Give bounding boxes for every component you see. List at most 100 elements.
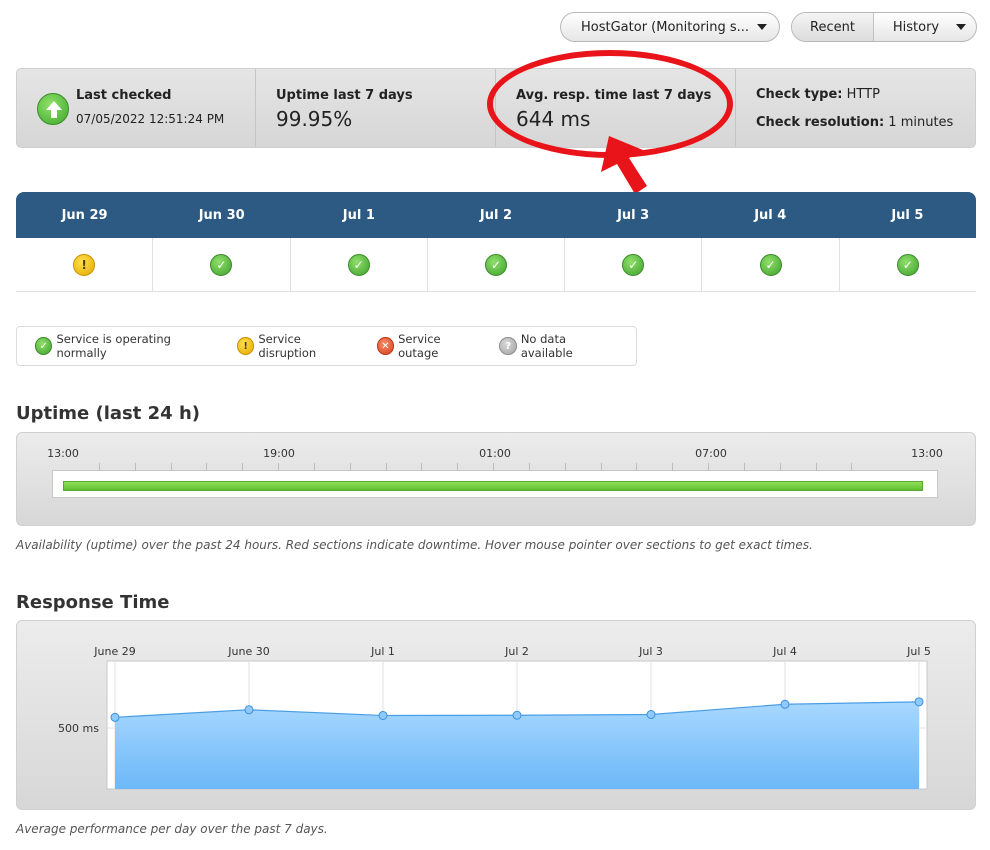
legend-normal-label: Service is operating normally xyxy=(56,332,171,360)
last-checked-value: 07/05/2022 12:51:24 PM xyxy=(76,112,225,126)
check-icon: ✓ xyxy=(622,253,645,276)
history-label: History xyxy=(892,19,940,35)
legend-outage: ✕ Service outage xyxy=(376,332,482,360)
legend-nodata-label: No data available xyxy=(520,332,573,360)
uptime-track xyxy=(52,463,938,498)
data-point xyxy=(780,699,790,709)
uptime-caption: Availability (uptime) over the past 24 h… xyxy=(16,538,813,552)
highlight-arrow-icon xyxy=(601,136,647,194)
uptime-stat: Uptime last 7 days 99.95% xyxy=(256,69,496,147)
uptime-tick-mark xyxy=(564,463,566,471)
data-point xyxy=(512,710,522,720)
chevron-down-icon xyxy=(956,24,966,30)
check-type: Check type: HTTP xyxy=(756,87,880,102)
chevron-down-icon xyxy=(757,24,767,30)
response-heading: Response Time xyxy=(16,592,170,613)
uptime-bar[interactable] xyxy=(63,481,923,491)
uptime-tick-mark xyxy=(851,463,853,471)
uptime-tick-mark xyxy=(313,463,315,471)
data-point xyxy=(914,697,924,707)
day-status-cell[interactable]: ✓ xyxy=(840,238,976,291)
x-tick-label: June 29 xyxy=(93,645,135,658)
check-type-value: HTTP xyxy=(846,87,880,102)
uptime-tick-mark xyxy=(708,463,709,471)
response-panel: June 29 June 30 Jul 1 Jul 2 Jul 3 Jul 4 Jul 5 5… xyxy=(16,620,976,810)
last-checked-label: Last checked xyxy=(76,88,172,103)
uptime-tick-mark xyxy=(743,463,745,471)
uptime-tick-label: 13:00 xyxy=(911,447,943,460)
check-resolution-value: 1 minutes xyxy=(888,115,954,130)
day-header: Jun 30 xyxy=(198,207,245,223)
view-toggle: Recent History xyxy=(791,12,977,42)
data-point xyxy=(646,710,656,720)
x-tick-label: Jul 1 xyxy=(370,645,395,658)
uptime-tick-mark xyxy=(98,463,100,471)
check-icon: ✓ xyxy=(896,253,919,276)
day-status-cell[interactable]: ✓ xyxy=(702,238,840,291)
daily-status-row: ! ✓ ✓ ✓ ✓ ✓ ✓ xyxy=(16,238,976,292)
last-checked-stat: Last checked 07/05/2022 12:51:24 PM xyxy=(17,69,256,147)
y-tick-label: 500 ms xyxy=(58,722,99,735)
uptime-tick-mark xyxy=(134,463,136,471)
history-dropdown[interactable]: History xyxy=(874,13,976,41)
monitor-select[interactable]: HostGator (Monitoring s... xyxy=(560,12,780,42)
day-header: Jul 1 xyxy=(342,207,375,223)
uptime-tick-mark xyxy=(385,463,387,471)
day-status-cell[interactable]: ✓ xyxy=(291,238,428,291)
uptime-tick-label: 07:00 xyxy=(695,447,727,460)
day-status-cell[interactable]: ! xyxy=(16,238,154,291)
day-header: Jul 4 xyxy=(754,207,787,223)
legend-nodata: ? No data available xyxy=(499,332,618,360)
check-resolution: Check resolution: 1 minutes xyxy=(756,115,953,130)
uptime-panel: 13:00 19:00 01:00 07:00 13:00 xyxy=(16,432,976,526)
uptime-tick-mark xyxy=(206,463,208,471)
uptime-tick-mark xyxy=(457,463,459,471)
uptime-tick-mark xyxy=(815,463,817,471)
day-status-cell[interactable]: ✓ xyxy=(565,238,703,291)
status-legend: ✓ Service is operating normally ! Servic… xyxy=(16,326,637,366)
check-type-label: Check type: xyxy=(756,87,843,102)
uptime-tick-mark xyxy=(170,463,172,471)
uptime-tick-mark xyxy=(600,463,602,471)
day-status-cell[interactable]: ✓ xyxy=(153,238,291,291)
uptime-label: Uptime last 7 days xyxy=(276,88,413,103)
uptime-tick-mark xyxy=(528,463,530,471)
legend-normal: ✓ Service is operating normally xyxy=(35,332,219,360)
check-icon: ✓ xyxy=(347,253,370,276)
check-icon: ✓ xyxy=(759,253,782,276)
legend-disruption: ! Service disruption xyxy=(236,332,359,360)
day-header: Jul 2 xyxy=(479,207,513,223)
x-tick-label: Jul 3 xyxy=(638,645,663,658)
uptime-tick-mark xyxy=(493,463,494,471)
question-icon: ? xyxy=(499,337,517,355)
response-time-chart: June 29 June 30 Jul 1 Jul 2 Jul 3 Jul 4 Jul 5 5… xyxy=(58,645,931,790)
x-tick-label: Jul 2 xyxy=(504,645,529,658)
x-tick-label: June 30 xyxy=(227,645,269,658)
day-header: Jul 3 xyxy=(617,207,650,223)
data-point xyxy=(110,712,120,722)
day-status-cell[interactable]: ✓ xyxy=(428,238,566,291)
data-point xyxy=(244,705,254,715)
recent-label: Recent xyxy=(810,19,855,35)
check-resolution-label: Check resolution: xyxy=(756,115,885,130)
uptime-tick-label: 19:00 xyxy=(263,447,295,460)
recent-button[interactable]: Recent xyxy=(792,13,874,41)
check-icon: ✓ xyxy=(484,253,507,276)
response-caption: Average performance per day over the pas… xyxy=(16,822,328,836)
x-tick-label: Jul 5 xyxy=(906,645,931,658)
data-point xyxy=(378,710,388,720)
uptime-value: 99.95% xyxy=(276,107,353,131)
uptime-tick-mark xyxy=(636,463,638,471)
daily-status-table: Jun 29 Jun 30 Jul 1 Jul 2 Jul 3 Jul 4 Ju… xyxy=(16,192,976,292)
outage-x-icon: ✕ xyxy=(376,337,395,355)
check-icon: ✓ xyxy=(210,253,233,276)
uptime-tick-mark xyxy=(779,463,781,471)
check-info-stat: Check type: HTTP Check resolution: 1 min… xyxy=(736,69,975,147)
uptime-heading: Uptime (last 24 h) xyxy=(16,403,200,424)
uptime-tick-label: 13:00 xyxy=(47,447,79,460)
uptime-tick-mark xyxy=(242,463,244,471)
check-icon: ✓ xyxy=(35,337,53,355)
warning-icon: ! xyxy=(236,337,255,355)
legend-disruption-label: Service disruption xyxy=(258,332,317,360)
uptime-tick-label: 01:00 xyxy=(479,447,511,460)
